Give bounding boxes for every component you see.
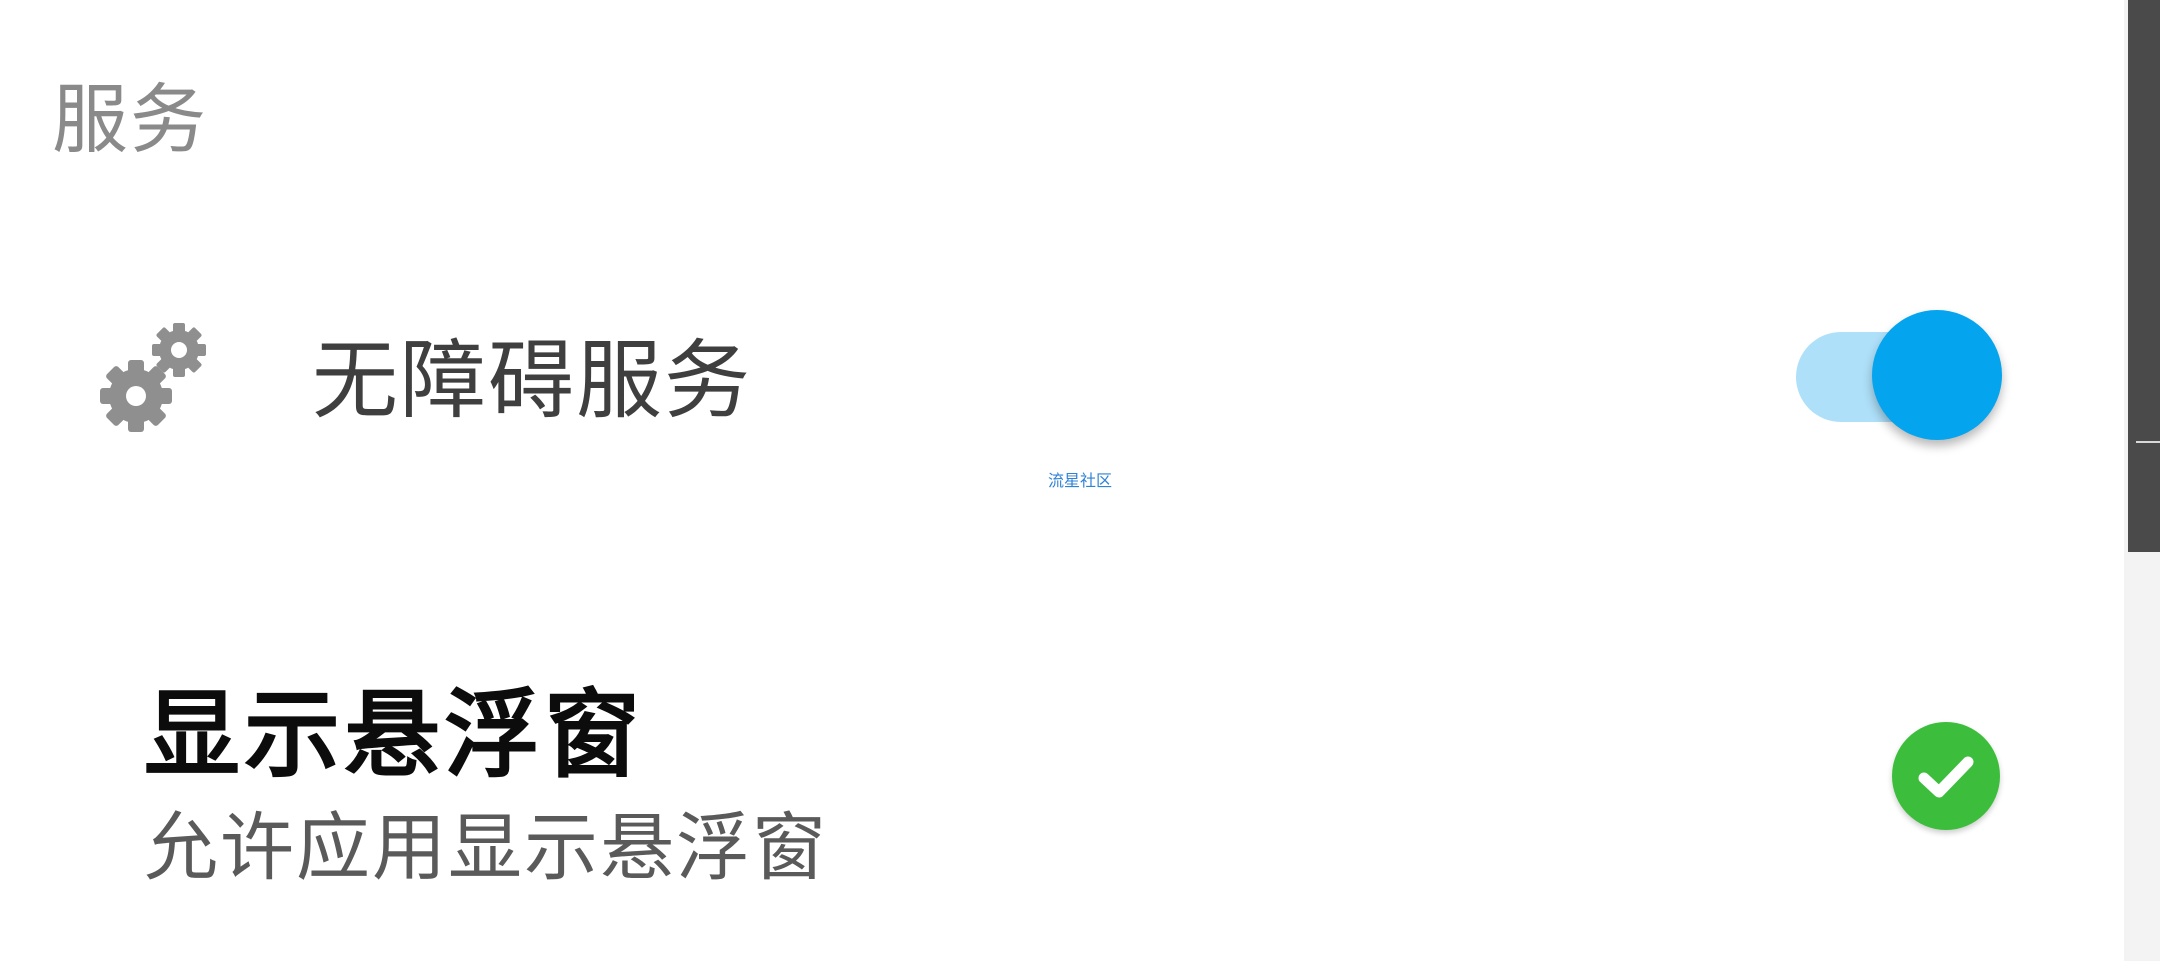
watermark-text: 流星社区 <box>1048 471 1113 490</box>
floating-window-title: 显示悬浮窗 <box>144 679 644 791</box>
accessibility-service-label: 无障碍服务 <box>312 331 752 431</box>
floating-window-subtitle: 允许应用显示悬浮窗 <box>144 805 828 891</box>
gears-icon <box>96 318 214 436</box>
accessibility-service-toggle[interactable] <box>1796 310 2002 446</box>
divider <box>2136 441 2160 443</box>
scrollbar-thumb[interactable] <box>2128 0 2160 552</box>
check-circle-icon[interactable] <box>1892 722 2000 830</box>
section-title: 服务 <box>52 75 208 164</box>
toggle-thumb <box>1872 310 2002 440</box>
